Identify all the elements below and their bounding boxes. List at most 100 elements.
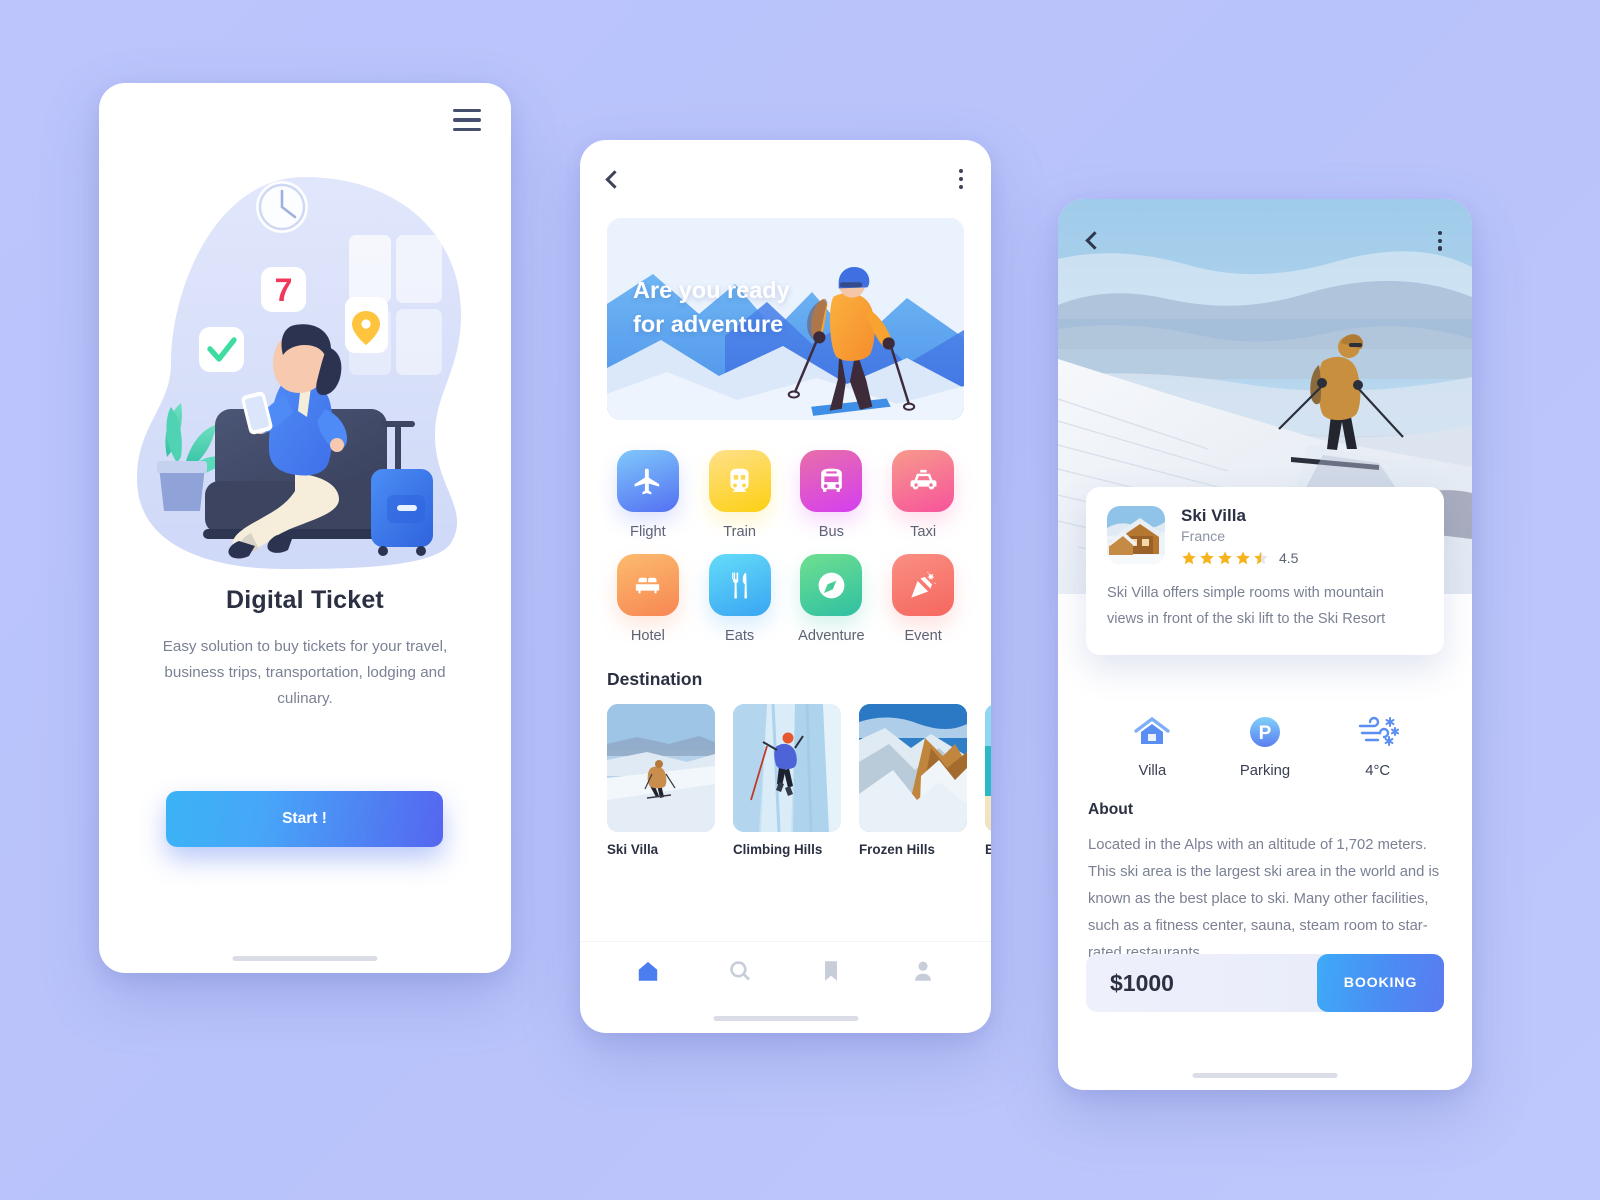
kebab-menu-icon[interactable] [1437, 231, 1442, 251]
airplane-icon [634, 468, 660, 494]
destination-card[interactable]: Beach [985, 704, 991, 857]
destination-label: Ski Villa [607, 842, 659, 857]
fork-knife-icon [732, 572, 748, 598]
home-icon [638, 961, 658, 981]
svg-text:7: 7 [275, 272, 293, 308]
destination-label: Frozen Hills [859, 842, 935, 857]
category-label: Hotel [630, 628, 665, 644]
train-tile [708, 450, 771, 512]
location-pin-icon [345, 297, 388, 353]
amenity-label: 4°C [1365, 763, 1391, 779]
category-flight[interactable]: Flight [602, 450, 694, 540]
destination-card[interactable]: Frozen Hills [859, 704, 967, 857]
about-title: About [1088, 801, 1134, 818]
adventure-tile [800, 554, 863, 616]
onboarding-description: Easy solution to buy tickets for your tr… [162, 638, 448, 708]
calendar-day-card: 7 [261, 267, 306, 312]
tab-home[interactable] [625, 951, 671, 991]
tab-bookmark[interactable] [808, 951, 854, 991]
banner-line-1: Are you ready [633, 277, 790, 303]
parking-p-icon: P [1245, 709, 1285, 755]
home-indicator [1192, 1073, 1338, 1078]
bed-icon [636, 577, 660, 593]
event-tile [892, 554, 955, 616]
tab-profile[interactable] [900, 951, 946, 991]
category-label: Event [904, 628, 942, 644]
home-topbar [580, 140, 991, 218]
bookmark-icon [825, 960, 838, 981]
person-icon [915, 961, 932, 981]
category-label: Bus [818, 524, 844, 540]
rocky-snow-peak-photo [859, 704, 967, 832]
category-hotel[interactable]: Hotel [602, 554, 694, 644]
search-icon [729, 960, 750, 980]
svg-text:P: P [1259, 723, 1272, 744]
destination-label: Beach [985, 842, 991, 857]
woman-sitting-with-phone-illustration: 7 [99, 157, 511, 572]
train-icon [730, 468, 749, 492]
place-name: Ski Villa [1181, 506, 1246, 525]
clock-icon [256, 181, 308, 233]
category-grid: Flight Train Bus Taxi Hotel Eats Adventu… [602, 450, 969, 644]
home-indicator [713, 1016, 858, 1021]
kebab-menu-icon[interactable] [958, 169, 963, 189]
category-eats[interactable]: Eats [694, 554, 786, 644]
destination-card[interactable]: Climbing Hills [733, 704, 841, 857]
hamburger-icon[interactable] [453, 108, 481, 132]
star-half-icon [1254, 551, 1268, 565]
chevron-left-icon[interactable] [605, 169, 624, 189]
amenity-villa[interactable]: Villa [1096, 709, 1209, 779]
check-icon [199, 327, 244, 372]
place-header: Ski Villa France 4.5 [1107, 506, 1423, 566]
star-full-icon [1236, 551, 1250, 565]
ice-climber-photo [733, 704, 841, 832]
party-popper-icon [910, 571, 936, 598]
category-label: Eats [725, 628, 755, 644]
category-adventure[interactable]: Adventure [786, 554, 878, 644]
banner-line-2: for adventure [633, 310, 784, 337]
home-screen: Are you ready for adventure Flight Train… [580, 140, 991, 1033]
amenity-temperature[interactable]: 4°C [1321, 709, 1434, 779]
amenity-label: Parking [1239, 763, 1291, 779]
category-label: Adventure [798, 628, 865, 644]
hotel-tile [616, 554, 679, 616]
booking-button[interactable]: BOOKING [1317, 954, 1444, 1012]
flight-tile [616, 450, 679, 512]
amenity-label: Villa [1138, 763, 1167, 779]
category-event[interactable]: Event [877, 554, 969, 644]
rating-value: 4.5 [1279, 550, 1299, 566]
banner-text: Are you ready for adventure [633, 274, 790, 342]
amenities-row: Villa P Parking 4°C [1058, 709, 1472, 779]
wind-snow-icon [1356, 709, 1400, 755]
place-summary: Ski Villa offers simple rooms with mount… [1107, 585, 1386, 627]
star-full-icon [1218, 551, 1232, 565]
skier-slope-photo [607, 704, 715, 832]
house-icon [1132, 709, 1172, 755]
home-indicator [232, 956, 378, 961]
amenity-parking[interactable]: P Parking [1209, 709, 1322, 779]
tab-search[interactable] [717, 951, 763, 991]
price-value: $1000 [1110, 969, 1174, 996]
onboarding-screen: 7 Digital Ticket Easy solution to buy ti… [99, 83, 511, 973]
bus-icon [821, 468, 842, 492]
rating-stars: 4.5 [1181, 550, 1298, 566]
bus-tile [800, 450, 863, 512]
chevron-left-icon[interactable] [1085, 231, 1104, 250]
beach-photo [985, 704, 991, 832]
bottom-tabbar [580, 941, 991, 999]
detail-topbar [1058, 231, 1472, 251]
wooden-chalet-photo [1107, 506, 1165, 564]
category-label: Taxi [910, 524, 937, 540]
eats-tile [708, 554, 771, 616]
category-bus[interactable]: Bus [786, 450, 878, 540]
destination-carousel[interactable]: Ski Villa Climbing Hills Frozen Hills B [607, 704, 991, 857]
taxi-icon [910, 469, 937, 490]
adventure-banner[interactable]: Are you ready for adventure [607, 218, 964, 420]
category-taxi[interactable]: Taxi [877, 450, 969, 540]
page-title: Digital Ticket [226, 586, 384, 614]
destination-card[interactable]: Ski Villa [607, 704, 715, 857]
category-label: Train [723, 524, 756, 540]
destination-label: Climbing Hills [733, 842, 823, 857]
category-train[interactable]: Train [694, 450, 786, 540]
start-button[interactable]: Start ! [166, 791, 443, 847]
